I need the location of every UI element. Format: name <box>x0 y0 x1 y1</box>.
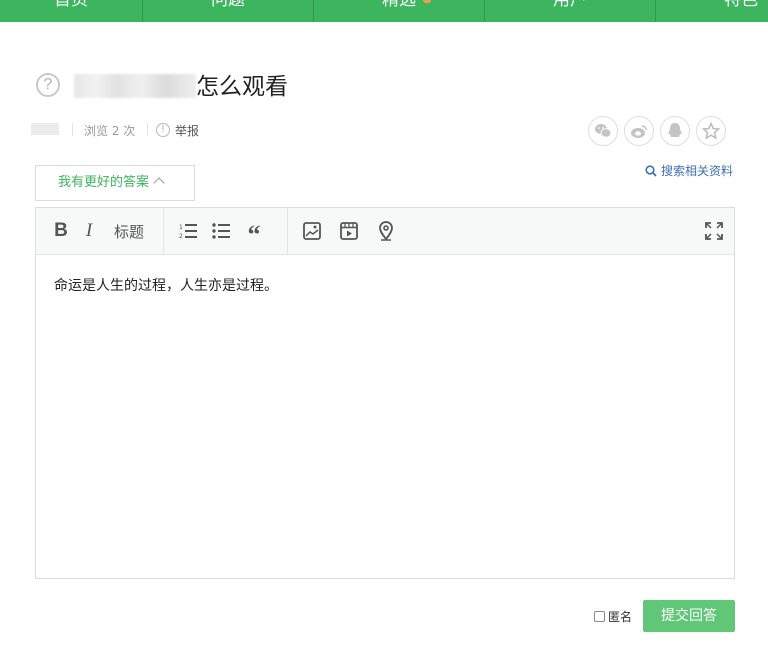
qq-icon <box>668 123 682 137</box>
nav-item-users[interactable]: 用户 <box>485 0 655 22</box>
fullscreen-button[interactable] <box>704 218 724 244</box>
redacted-title-part <box>74 74 196 98</box>
svg-text:2: 2 <box>179 233 183 240</box>
anonymous-checkbox[interactable]: 匿名 <box>594 608 632 625</box>
ordered-list-button[interactable]: 1 2 <box>178 218 198 244</box>
insert-image-button[interactable] <box>302 218 322 244</box>
search-related-label: 搜索相关资料 <box>661 164 734 178</box>
toolbar-divider <box>287 208 288 254</box>
checkbox-box[interactable] <box>594 611 605 622</box>
weibo-icon <box>631 125 647 138</box>
chevron-up-icon <box>153 177 165 189</box>
redacted-username <box>31 123 59 135</box>
bullet-list-button[interactable] <box>211 218 231 244</box>
qq-share-button[interactable] <box>660 116 690 146</box>
svg-text:1: 1 <box>179 224 183 231</box>
search-icon <box>645 164 657 177</box>
anonymous-label: 匿名 <box>608 610 633 624</box>
wechat-share-button[interactable] <box>588 116 618 146</box>
location-pin-icon <box>379 221 393 241</box>
fullscreen-icon <box>705 222 723 240</box>
bullet-list-icon <box>212 223 230 239</box>
star-icon <box>702 122 720 140</box>
editor-toolbar: B I 标题 1 2 “ <box>36 208 734 255</box>
question-title: 怎么观看 <box>196 74 288 100</box>
meta-divider <box>147 123 148 136</box>
answer-editor: B I 标题 1 2 “ 命运是人生的过程，人生亦是过程。 <box>35 207 735 579</box>
nav-item-featured[interactable]: 精选 <box>314 0 484 22</box>
submit-answer-button[interactable]: 提交回答 <box>643 600 735 632</box>
insert-location-button[interactable] <box>376 218 396 244</box>
insert-video-button[interactable] <box>339 218 359 244</box>
better-answer-label: 我有更好的答案 <box>58 175 150 190</box>
nav-item-special[interactable]: 特色 <box>656 0 768 22</box>
ordered-list-icon: 1 2 <box>179 224 197 240</box>
meta-divider <box>72 123 73 136</box>
weibo-share-button[interactable] <box>624 116 654 146</box>
italic-button[interactable]: I <box>80 218 98 244</box>
report-link[interactable]: 举报 <box>175 122 199 139</box>
nav-item-home[interactable]: 首页 <box>0 0 142 22</box>
bold-button[interactable]: B <box>51 218 71 244</box>
video-icon <box>340 222 358 240</box>
image-icon <box>303 222 321 240</box>
top-nav: 首页 问题 精选 用户 特色 <box>0 0 768 22</box>
quote-button[interactable]: “ <box>244 218 264 248</box>
report-icon[interactable]: ! <box>156 123 170 137</box>
nav-item-questions[interactable]: 问题 <box>143 0 313 22</box>
toolbar-divider <box>163 208 164 254</box>
search-related-link[interactable]: 搜索相关资料 <box>645 162 733 179</box>
view-count: 浏览 2 次 <box>84 124 136 138</box>
heading-button[interactable]: 标题 <box>111 218 147 244</box>
question-icon: ? <box>36 73 60 97</box>
favorite-button[interactable] <box>696 116 726 146</box>
editor-content[interactable]: 命运是人生的过程，人生亦是过程。 <box>54 275 278 295</box>
wechat-icon <box>595 124 612 138</box>
better-answer-toggle[interactable]: 我有更好的答案 <box>35 165 195 201</box>
